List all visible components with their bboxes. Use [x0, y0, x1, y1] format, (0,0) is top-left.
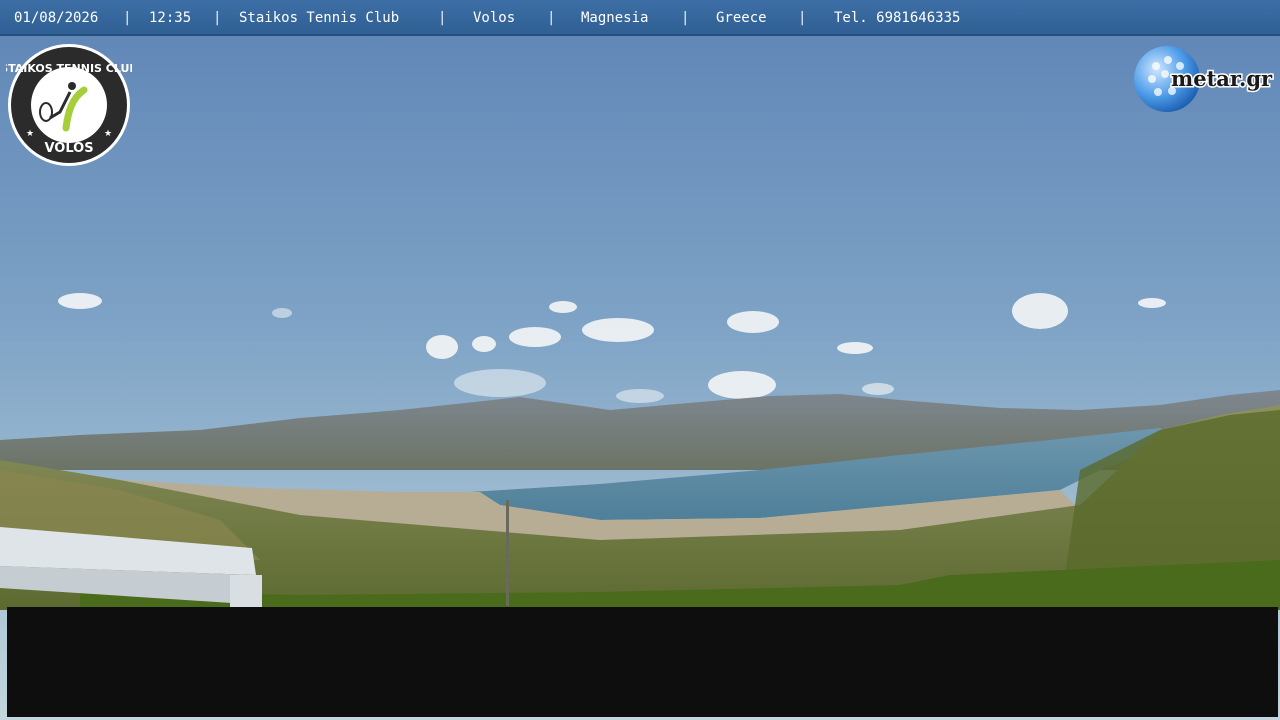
phone-text: Tel. 6981646335 — [834, 10, 961, 26]
club-name-text: Staikos Tennis Club — [239, 10, 400, 26]
time-text: 12:35 — [149, 10, 192, 26]
club-logo: STAIKOS TENNIS CLUB VOLOS ★ ★ — [6, 44, 132, 166]
country-text: Greece — [716, 10, 767, 26]
svg-text:VOLOS: VOLOS — [44, 141, 93, 156]
info-bar: 01/08/2026 | 12:35 | Staikos Tennis Club… — [0, 0, 1280, 36]
separator: | — [681, 10, 690, 26]
club-logo-text: STAIKOS TENNIS CLUB — [6, 62, 132, 75]
date-text: 01/08/2026 — [14, 10, 99, 26]
pole — [506, 500, 509, 606]
region-text: Magnesia — [581, 10, 649, 26]
separator: | — [213, 10, 222, 26]
separator: | — [438, 10, 447, 26]
black-overlay-panel — [7, 607, 1278, 717]
separator: | — [123, 10, 132, 26]
metar-logo: metar.gr — [1134, 46, 1275, 112]
city-text: Volos — [473, 10, 516, 26]
separator: | — [547, 10, 556, 26]
svg-text:★: ★ — [104, 129, 112, 139]
metar-logo-text: metar.gr — [1171, 66, 1273, 91]
separator: | — [798, 10, 807, 26]
svg-text:★: ★ — [26, 129, 34, 139]
